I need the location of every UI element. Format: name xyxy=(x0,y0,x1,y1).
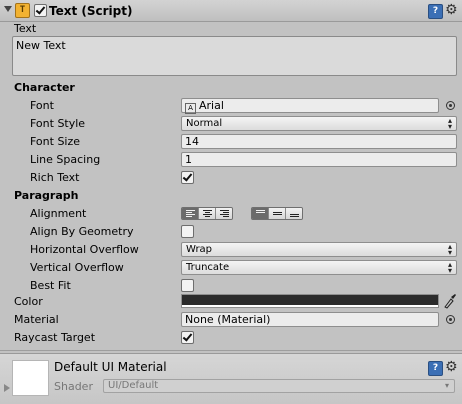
component-enabled-checkbox[interactable] xyxy=(34,4,47,17)
paragraph-header: Paragraph xyxy=(14,189,79,202)
rich-text-checkbox[interactable] xyxy=(181,171,194,184)
font-label: Font xyxy=(30,99,54,112)
eyedropper-icon[interactable] xyxy=(443,293,457,309)
text-label: Text xyxy=(14,22,37,35)
align-top-button[interactable] xyxy=(252,208,269,219)
horizontal-overflow-label: Horizontal Overflow xyxy=(30,243,139,256)
foldout-arrow-icon[interactable] xyxy=(4,6,12,12)
line-spacing-input[interactable]: 1 xyxy=(181,152,457,167)
font-size-input[interactable]: 14 xyxy=(181,134,457,149)
text-input-value: New Text xyxy=(16,39,66,52)
object-picker-icon[interactable] xyxy=(446,101,455,110)
horizontal-alignment-group xyxy=(181,207,233,220)
component-title: Text (Script) xyxy=(49,4,133,18)
best-fit-checkbox[interactable] xyxy=(181,279,194,292)
font-size-value: 14 xyxy=(185,135,199,148)
material-panel-title: Default UI Material xyxy=(54,360,167,374)
font-value: Arial xyxy=(199,99,224,112)
material-label: Material xyxy=(14,313,59,326)
gear-icon[interactable]: ⚙ xyxy=(445,360,458,374)
raycast-target-label: Raycast Target xyxy=(14,331,96,344)
dropdown-arrows-icon: ▴ ▾ xyxy=(447,242,452,257)
shader-value: UI/Default xyxy=(108,380,159,391)
color-field[interactable] xyxy=(181,294,439,308)
font-size-label: Font Size xyxy=(30,135,81,148)
vertical-overflow-label: Vertical Overflow xyxy=(30,261,124,274)
horizontal-overflow-dropdown[interactable]: Wrap ▴ ▾ xyxy=(181,242,457,257)
align-bottom-button[interactable] xyxy=(286,208,302,219)
help-icon[interactable]: ? xyxy=(428,361,443,376)
material-field[interactable]: None (Material) xyxy=(181,312,439,327)
font-asset-icon: A xyxy=(185,103,196,114)
align-center-button[interactable] xyxy=(199,208,216,219)
dropdown-arrows-icon: ▴ ▾ xyxy=(447,260,452,275)
vertical-overflow-value: Truncate xyxy=(186,262,230,273)
gear-icon[interactable]: ⚙ xyxy=(445,3,458,17)
material-foldout-arrow-icon[interactable] xyxy=(4,384,10,392)
font-field[interactable]: A Arial xyxy=(181,98,439,114)
shader-label: Shader xyxy=(54,380,93,393)
alignment-label: Alignment xyxy=(30,207,87,220)
section-divider xyxy=(0,350,462,351)
raycast-target-checkbox[interactable] xyxy=(181,331,194,344)
horizontal-overflow-value: Wrap xyxy=(186,244,213,255)
dropdown-arrows-icon: ▴ ▾ xyxy=(447,116,452,131)
help-icon[interactable]: ? xyxy=(428,4,443,19)
object-picker-icon[interactable] xyxy=(446,315,455,324)
script-icon: T xyxy=(15,3,30,18)
rich-text-label: Rich Text xyxy=(30,171,80,184)
color-label: Color xyxy=(14,295,43,308)
shader-dropdown[interactable]: UI/Default ▾ xyxy=(103,379,455,393)
align-left-button[interactable] xyxy=(182,208,199,219)
text-input[interactable]: New Text xyxy=(12,36,457,76)
best-fit-label: Best Fit xyxy=(30,279,71,292)
align-right-button[interactable] xyxy=(216,208,232,219)
font-style-value: Normal xyxy=(186,118,223,129)
font-style-dropdown[interactable]: Normal ▴ ▾ xyxy=(181,116,457,131)
align-middle-button[interactable] xyxy=(269,208,286,219)
material-preview-thumbnail xyxy=(12,360,49,396)
line-spacing-label: Line Spacing xyxy=(30,153,101,166)
align-by-geometry-label: Align By Geometry xyxy=(30,225,134,238)
align-by-geometry-checkbox[interactable] xyxy=(181,225,194,238)
vertical-overflow-dropdown[interactable]: Truncate ▴ ▾ xyxy=(181,260,457,275)
font-style-label: Font Style xyxy=(30,117,86,130)
vertical-alignment-group xyxy=(251,207,303,220)
material-value: None (Material) xyxy=(185,313,271,326)
line-spacing-value: 1 xyxy=(185,153,192,166)
character-header: Character xyxy=(14,81,75,94)
dropdown-arrow-icon: ▾ xyxy=(444,381,449,390)
